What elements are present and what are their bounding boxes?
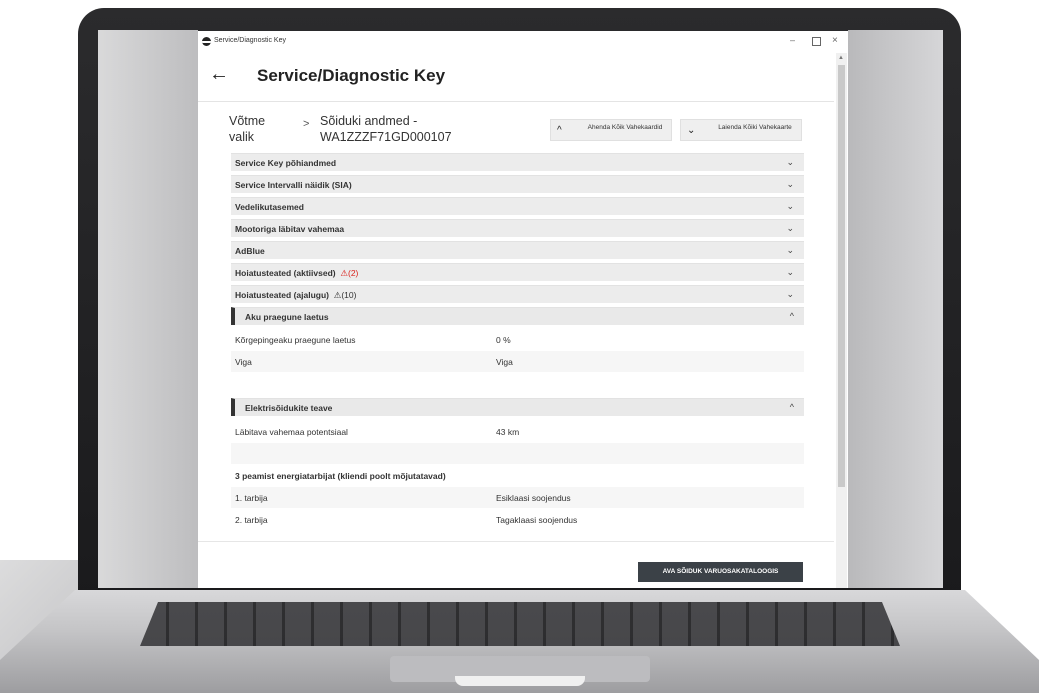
- section-warnings-active[interactable]: Hoiatusteated (aktiivsed) ⚠(2) ⌄: [231, 263, 804, 281]
- row-value: Esiklaasi soojendus: [496, 493, 571, 503]
- row-label: 2. tarbija: [235, 515, 268, 525]
- chevron-down-icon: ⌄: [786, 289, 794, 299]
- section-battery-charge[interactable]: Aku praegune laetus ^: [231, 307, 804, 325]
- maximize-button[interactable]: [812, 37, 821, 46]
- open-parts-catalog-button[interactable]: AVA SÕIDUK VARUOSAKATALOOGIS: [638, 562, 803, 582]
- table-row-empty: [231, 373, 804, 394]
- section-label: AdBlue: [235, 246, 265, 256]
- window-title: Service/Diagnostic Key: [214, 37, 286, 44]
- warning-triangle-icon: ⚠: [340, 268, 348, 278]
- row-label: Kõrgepingeaku praegune laetus: [235, 335, 356, 345]
- breadcrumb-vehicle-data: Sõiduki andmed - WA1ZZZF71GD000107: [320, 114, 452, 144]
- row-value: Tagaklaasi soojendus: [496, 515, 578, 525]
- laptop-keyboard: [140, 602, 900, 646]
- expand-all-label: Laienda Kõiki Vahekaarte: [718, 124, 792, 131]
- consumers-heading: 3 peamist energiatarbijat (kliendi poolt…: [235, 471, 446, 481]
- back-arrow-icon[interactable]: ←: [209, 64, 229, 84]
- section-fluid-levels[interactable]: Vedelikutasemed ⌄: [231, 197, 804, 215]
- chevron-down-icon: ⌄: [786, 223, 794, 233]
- chevron-down-icon: ⌄: [786, 201, 794, 211]
- minimize-button[interactable]: –: [790, 35, 795, 45]
- row-value: 43 km: [496, 427, 520, 437]
- chevron-down-icon: ⌄: [786, 179, 794, 189]
- section-service-interval[interactable]: Service Intervalli näidik (SIA) ⌄: [231, 175, 804, 193]
- expand-all-button[interactable]: ⌄ Laienda Kõiki Vahekaarte: [680, 119, 802, 141]
- row-label: 1. tarbija: [235, 493, 268, 503]
- row-value: 0 %: [496, 335, 511, 345]
- chevron-up-icon: ^: [789, 311, 794, 321]
- page-title: Service/Diagnostic Key: [257, 66, 446, 85]
- chevron-down-icon: ⌄: [786, 267, 794, 277]
- section-label: Hoiatusteated (ajalugu) ⚠(10): [235, 290, 356, 301]
- table-row-heading: 3 peamist energiatarbijat (kliendi poolt…: [231, 465, 804, 486]
- warning-count: (2): [347, 268, 359, 278]
- breadcrumb-separator-icon: >: [303, 118, 310, 130]
- section-service-key-basics[interactable]: Service Key põhiandmed ⌄: [231, 153, 804, 171]
- screen-backdrop-right: [848, 30, 943, 588]
- scrollbar[interactable]: ▲: [836, 53, 847, 588]
- chevron-up-icon: ^: [789, 402, 794, 412]
- chevron-up-icon: ^: [557, 125, 562, 136]
- app-logo-icon: [202, 37, 211, 46]
- title-bar: Service/Diagnostic Key – ×: [198, 31, 848, 53]
- section-label: Hoiatusteated (aktiivsed) ⚠(2): [235, 268, 358, 279]
- section-label: Service Key põhiandmed: [235, 158, 337, 168]
- section-label-text: Hoiatusteated (ajalugu): [235, 290, 329, 300]
- section-label-text: Hoiatusteated (aktiivsed): [235, 268, 336, 278]
- section-engine-range[interactable]: Mootoriga läbitav vahemaa ⌄: [231, 219, 804, 237]
- section-label: Service Intervalli näidik (SIA): [235, 180, 352, 190]
- chevron-down-icon: ⌄: [687, 125, 696, 136]
- table-row-empty: [231, 443, 804, 464]
- chevron-down-icon: ⌄: [786, 245, 794, 255]
- table-row: Läbitava vahemaa potentsiaal 43 km: [231, 421, 804, 442]
- header-divider: [198, 101, 834, 102]
- section-label: Mootoriga läbitav vahemaa: [235, 224, 345, 234]
- footer-divider: [198, 541, 834, 542]
- section-warnings-history[interactable]: Hoiatusteated (ajalugu) ⚠(10) ⌄: [231, 285, 804, 303]
- scroll-up-icon[interactable]: ▲: [838, 55, 844, 61]
- section-label: Elektrisõidukite teave: [245, 403, 333, 413]
- scroll-thumb[interactable]: [838, 65, 845, 487]
- chevron-down-icon: ⌄: [786, 157, 794, 167]
- warning-count: (10): [341, 290, 357, 300]
- section-ev-info[interactable]: Elektrisõidukite teave ^: [231, 398, 804, 416]
- row-label: Läbitava vahemaa potentsiaal: [235, 427, 348, 437]
- table-row: Viga Viga: [231, 351, 804, 372]
- app-window: Service/Diagnostic Key – × ▲ ← Service/D…: [198, 31, 848, 588]
- collapse-all-label: Ahenda Kõik Vahekaardid: [587, 124, 663, 131]
- laptop-notch: [455, 676, 585, 686]
- table-row: Kõrgepingeaku praegune laetus 0 %: [231, 329, 804, 350]
- section-label: Vedelikutasemed: [235, 202, 304, 212]
- row-label: Viga: [235, 357, 252, 367]
- table-row: 2. tarbija Tagaklaasi soojendus: [231, 509, 804, 530]
- row-value: Viga: [496, 357, 513, 367]
- collapse-all-button[interactable]: ^ Ahenda Kõik Vahekaardid: [550, 119, 672, 141]
- section-label: Aku praegune laetus: [245, 312, 329, 322]
- section-adblue[interactable]: AdBlue ⌄: [231, 241, 804, 259]
- close-button[interactable]: ×: [832, 35, 838, 46]
- breadcrumb-key-selection[interactable]: Võtme valik: [229, 113, 289, 145]
- screen-backdrop-left: [98, 30, 198, 588]
- table-row: 1. tarbija Esiklaasi soojendus: [231, 487, 804, 508]
